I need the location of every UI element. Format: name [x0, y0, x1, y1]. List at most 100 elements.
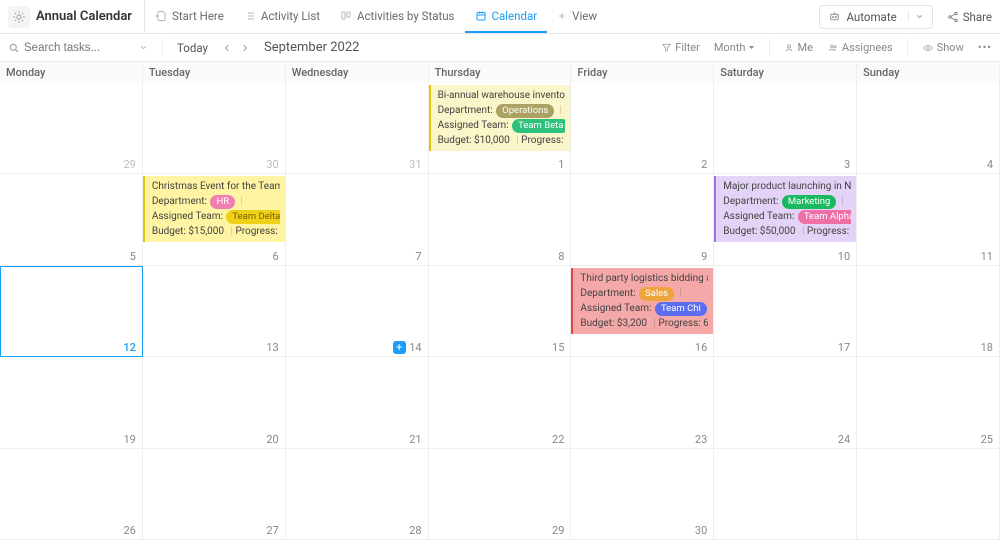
- day-number: 7: [415, 250, 421, 263]
- chevron-down-icon[interactable]: [139, 43, 148, 52]
- calendar-cell[interactable]: 20: [143, 357, 286, 448]
- field-label: Department:: [580, 288, 635, 299]
- title-icon: [8, 6, 30, 28]
- share-label: Share: [963, 10, 992, 24]
- triangle-down-icon: [748, 44, 755, 51]
- calendar-cell[interactable]: 11: [857, 174, 1000, 265]
- tab-label: View: [572, 9, 597, 23]
- calendar-cell[interactable]: 31: [286, 83, 429, 174]
- calendar-cell[interactable]: 21: [286, 357, 429, 448]
- event-card[interactable]: Third party logistics bidding activityDe…: [571, 268, 713, 334]
- page-title-block: Annual Calendar: [8, 0, 145, 33]
- me-button[interactable]: Me: [784, 41, 812, 54]
- event-card[interactable]: Christmas Event for the Team MembersDepa…: [143, 176, 285, 242]
- event-card[interactable]: Bi-annual warehouse inventory for spare …: [429, 85, 571, 151]
- search-icon: [8, 42, 20, 54]
- field-label: Assigned Team:: [438, 120, 509, 131]
- calendar-cell[interactable]: 24: [714, 357, 857, 448]
- search-box[interactable]: [8, 42, 148, 54]
- day-number: 9: [701, 250, 707, 263]
- day-number: 13: [266, 341, 278, 354]
- calendar-cell[interactable]: Third party logistics bidding activityDe…: [571, 266, 714, 357]
- field-label: Assigned Team:: [580, 303, 651, 314]
- event-card[interactable]: Major product launching in New York City…: [714, 176, 856, 242]
- tab-label: Calendar: [492, 9, 538, 23]
- tab-activity-list[interactable]: Activity List: [234, 0, 330, 33]
- calendar-cell[interactable]: 19: [0, 357, 143, 448]
- calendar-cell[interactable]: 15: [429, 266, 572, 357]
- calendar-cell[interactable]: 4: [857, 83, 1000, 174]
- eye-icon: [922, 43, 934, 53]
- more-button[interactable]: •••: [978, 41, 992, 54]
- search-input[interactable]: [24, 42, 114, 54]
- team-tag: Team Beta: [512, 119, 565, 133]
- calendar-cell[interactable]: Major product launching in New York City…: [714, 174, 857, 265]
- field-label: Department:: [723, 196, 778, 207]
- day-number: 14: [409, 341, 421, 354]
- day-number: 19: [123, 433, 135, 446]
- event-title: Major product launching in New York City: [723, 179, 851, 194]
- tab-calendar[interactable]: Calendar: [465, 0, 548, 33]
- day-number: 17: [838, 341, 850, 354]
- calendar-cell[interactable]: 23: [571, 357, 714, 448]
- calendar: MondayTuesdayWednesdayThursdayFridaySatu…: [0, 62, 1000, 540]
- calendar-cell[interactable]: 30: [571, 449, 714, 540]
- share-button[interactable]: Share: [947, 10, 992, 24]
- calendar-cell[interactable]: 13: [143, 266, 286, 357]
- day-number: 8: [558, 250, 564, 263]
- tab-add[interactable]: View: [547, 0, 607, 33]
- automate-button[interactable]: Automate: [819, 5, 932, 29]
- weekday-label: Saturday: [714, 62, 857, 83]
- top-bar: Annual Calendar Start Here Activity List A…: [0, 0, 1000, 34]
- day-number: 22: [552, 433, 564, 446]
- calendar-cell[interactable]: 9: [571, 174, 714, 265]
- calendar-cell[interactable]: Christmas Event for the Team MembersDepa…: [143, 174, 286, 265]
- calendar-cell[interactable]: 29: [429, 449, 572, 540]
- filter-button[interactable]: Filter: [661, 41, 700, 54]
- calendar-toolbar: Today September 2022 Filter Month Me Ass…: [0, 34, 1000, 62]
- person-icon: [784, 43, 794, 53]
- views-tabs: Start Here Activity List Activities by Sta…: [145, 0, 607, 33]
- calendar-cell[interactable]: 12: [0, 266, 143, 357]
- day-number: 18: [981, 341, 993, 354]
- calendar-cell[interactable]: 30: [143, 83, 286, 174]
- field-label: Progress:: [658, 318, 700, 329]
- tab-label: Activities by Status: [357, 9, 454, 23]
- calendar-cell[interactable]: 22: [429, 357, 572, 448]
- calendar-cell[interactable]: 8: [429, 174, 572, 265]
- tab-label: Activity List: [261, 9, 320, 23]
- prev-button[interactable]: [222, 43, 232, 53]
- people-icon: [827, 43, 839, 53]
- today-button[interactable]: Today: [177, 41, 208, 55]
- tab-activities-by-status[interactable]: Activities by Status: [330, 0, 464, 33]
- calendar-cell[interactable]: [714, 449, 857, 540]
- calendar-cell[interactable]: 7: [286, 174, 429, 265]
- day-number: 29: [123, 158, 135, 171]
- field-label: Assigned Team:: [723, 211, 794, 222]
- add-task-button[interactable]: +: [393, 341, 406, 354]
- calendar-cell[interactable]: 5: [0, 174, 143, 265]
- calendar-cell[interactable]: 25: [857, 357, 1000, 448]
- chevron-down-icon[interactable]: [908, 12, 924, 21]
- calendar-cell[interactable]: [857, 449, 1000, 540]
- grain-select[interactable]: Month: [714, 41, 756, 54]
- show-button[interactable]: Show: [922, 41, 964, 54]
- tab-start-here[interactable]: Start Here: [145, 0, 234, 33]
- calendar-cell[interactable]: 29: [0, 83, 143, 174]
- calendar-cell[interactable]: Bi-annual warehouse inventory for spare …: [429, 83, 572, 174]
- weekday-label: Thursday: [429, 62, 572, 83]
- calendar-cell[interactable]: 26: [0, 449, 143, 540]
- calendar-cell[interactable]: 17: [714, 266, 857, 357]
- calendar-cell[interactable]: +14: [286, 266, 429, 357]
- calendar-cell[interactable]: 28: [286, 449, 429, 540]
- next-button[interactable]: [240, 43, 250, 53]
- calendar-cell[interactable]: 3: [714, 83, 857, 174]
- day-number: 20: [266, 433, 278, 446]
- field-label: Budget:: [723, 226, 757, 237]
- share-icon: [947, 11, 959, 23]
- calendar-cell[interactable]: 27: [143, 449, 286, 540]
- assignees-button[interactable]: Assignees: [827, 41, 893, 54]
- automate-label: Automate: [846, 10, 896, 24]
- calendar-cell[interactable]: 2: [571, 83, 714, 174]
- calendar-cell[interactable]: 18: [857, 266, 1000, 357]
